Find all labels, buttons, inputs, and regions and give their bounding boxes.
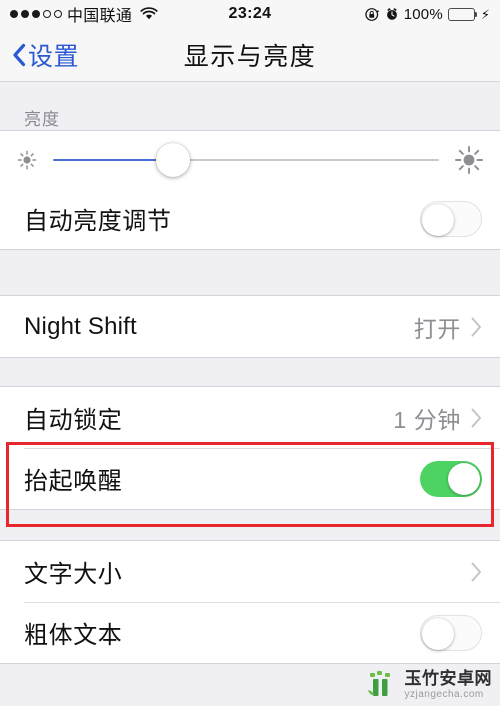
toggle-knob	[422, 617, 454, 650]
brightness-card: 自动亮度调节	[0, 130, 500, 250]
raise-to-wake-row[interactable]: 抬起唤醒	[0, 448, 500, 509]
raise-to-wake-label: 抬起唤醒	[24, 468, 123, 495]
bold-text-label: 粗体文本	[24, 622, 123, 649]
bold-text-toggle[interactable]	[420, 614, 482, 651]
auto-lock-label: 自动锁定	[24, 407, 123, 434]
watermark-url: yzjangecha.com	[404, 689, 484, 700]
carrier-name: 中国联通	[67, 8, 133, 25]
watermark-name: 玉竹安卓网	[404, 669, 492, 688]
spacer-after-lock	[0, 510, 500, 540]
toggle-knob	[422, 203, 454, 236]
status-bar-right: 100% ⚡	[365, 6, 490, 23]
status-bar: 中国联通 23:24 100% ⚡	[0, 0, 500, 28]
brightness-group-header: 亮度	[0, 96, 500, 130]
sun-small-icon	[17, 150, 37, 169]
status-bar-left: 中国联通	[10, 2, 158, 26]
bold-text-row[interactable]: 粗体文本	[0, 602, 500, 663]
battery-percentage: 100%	[403, 5, 443, 23]
night-shift-card: Night Shift 打开	[0, 295, 500, 358]
toggle-knob	[448, 462, 480, 495]
text-card: 文字大小 粗体文本	[0, 540, 500, 664]
back-button-label: 设置	[28, 42, 80, 71]
brightness-slider-track[interactable]	[53, 142, 439, 177]
back-button[interactable]: 设置	[0, 37, 79, 73]
spacer-after-brightness	[0, 250, 500, 295]
auto-brightness-toggle[interactable]	[420, 200, 482, 237]
chevron-left-icon	[13, 43, 26, 66]
text-size-row[interactable]: 文字大小	[0, 541, 500, 602]
night-shift-value: 打开	[413, 315, 461, 342]
text-size-label: 文字大小	[24, 561, 123, 588]
sun-large-icon	[455, 145, 483, 174]
night-shift-label: Night Shift	[24, 312, 137, 340]
auto-lock-value: 1 分钟	[393, 406, 461, 433]
night-shift-row[interactable]: Night Shift 打开	[0, 296, 500, 357]
signal-strength-dots	[10, 10, 62, 18]
chevron-right-icon	[471, 562, 481, 581]
spacer-top	[0, 82, 500, 96]
chevron-right-icon	[471, 408, 481, 427]
site-watermark: 玉竹安卓网 yzjangecha.com	[364, 668, 493, 702]
chevron-right-icon	[471, 317, 481, 336]
battery-icon	[447, 7, 478, 21]
lightning-bolt-icon: ⚡	[480, 6, 490, 22]
bamboo-logo-icon	[367, 671, 390, 696]
spacer-after-nightshift	[0, 358, 500, 386]
auto-lock-row[interactable]: 自动锁定 1 分钟	[0, 387, 500, 448]
rotation-lock-icon	[365, 7, 379, 21]
auto-brightness-label: 自动亮度调节	[24, 208, 172, 235]
lock-card: 自动锁定 1 分钟 抬起唤醒	[0, 386, 500, 510]
brightness-slider-row[interactable]	[0, 131, 500, 188]
navigation-bar: 设置 显示与亮度	[0, 28, 500, 82]
raise-to-wake-toggle[interactable]	[420, 460, 482, 497]
slider-thumb[interactable]	[155, 142, 190, 177]
wifi-icon	[140, 7, 158, 21]
auto-brightness-row[interactable]: 自动亮度调节	[0, 188, 500, 249]
iphone-screen: 中国联通 23:24 100% ⚡ 设置 显示与亮度 亮度 自动亮度调节 Nig…	[0, 0, 500, 706]
alarm-clock-icon	[386, 8, 397, 20]
